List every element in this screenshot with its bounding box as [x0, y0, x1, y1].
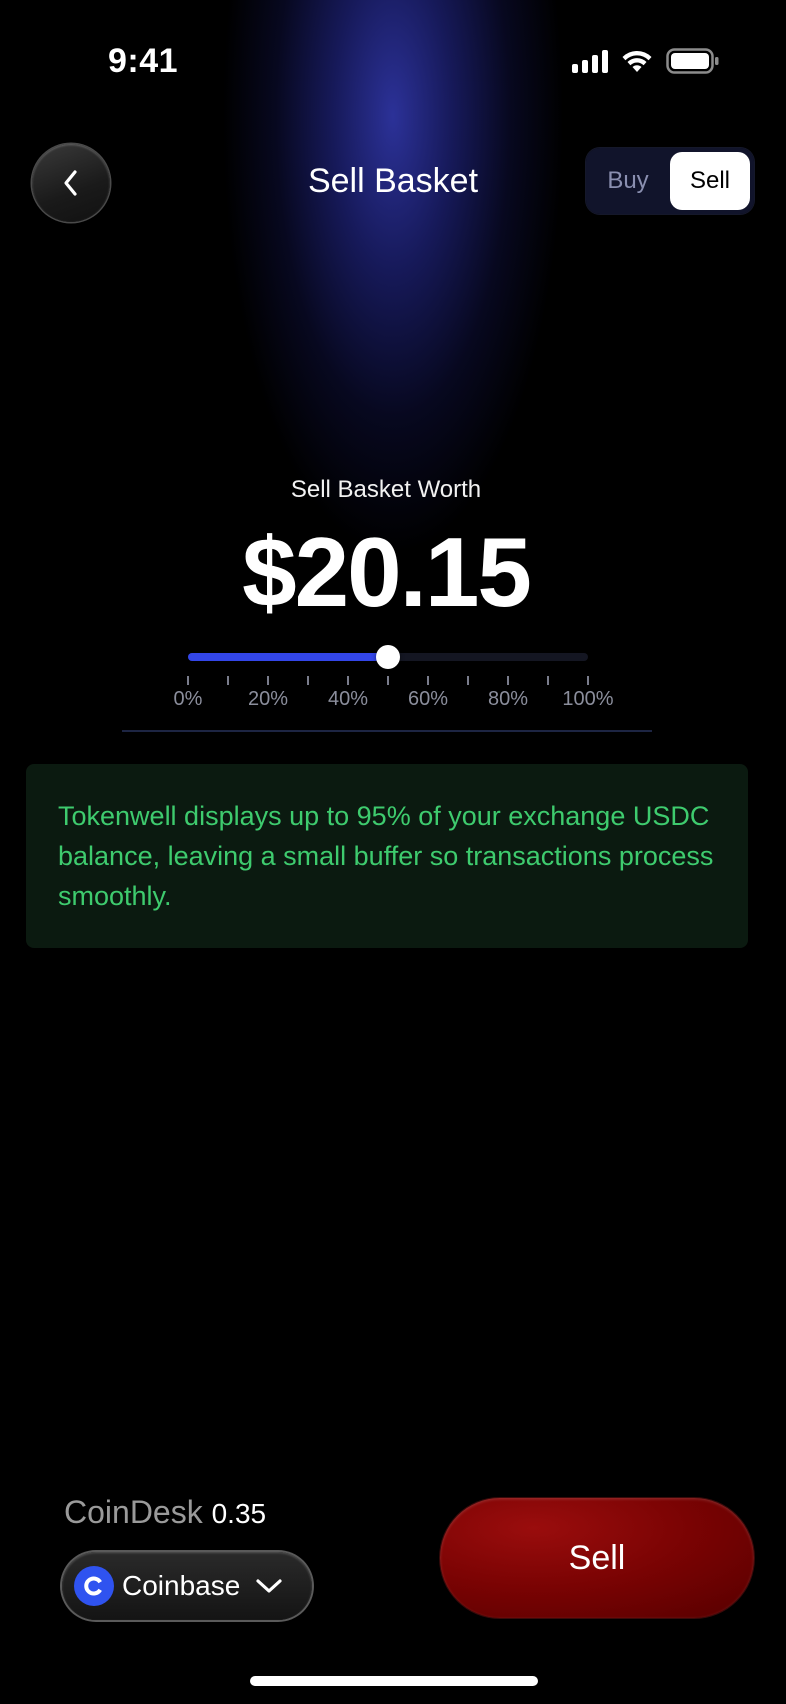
slider-tick — [187, 676, 189, 685]
exchange-selector[interactable]: Coinbase — [62, 1552, 312, 1620]
slider-tick — [587, 676, 589, 685]
header: Sell Basket Buy Sell — [0, 140, 786, 230]
info-text: Tokenwell displays up to 95% of your exc… — [58, 801, 714, 911]
slider-tick — [547, 676, 549, 685]
slider-tick-label: 100% — [562, 688, 614, 710]
slider-tick — [347, 676, 349, 685]
slider-tick — [507, 676, 509, 685]
wifi-icon — [622, 50, 652, 72]
divider — [122, 730, 652, 732]
worth-value: $20.15 — [242, 517, 532, 627]
slider-tick — [387, 676, 389, 685]
buy-sell-toggle[interactable]: Buy Sell — [586, 148, 754, 214]
worth-label: Sell Basket Worth — [290, 476, 482, 503]
cellular-signal-icon — [572, 49, 608, 73]
toggle-option-buy[interactable]: Buy — [592, 154, 664, 208]
status-time: 9:41 — [108, 42, 179, 80]
slider-tick — [267, 676, 269, 685]
battery-icon — [666, 48, 719, 74]
exchange-label: Coinbase — [122, 1570, 241, 1601]
status-bar: 9:41 — [0, 0, 786, 110]
slider-tick-label: 80% — [487, 688, 529, 710]
slider-tick-label: 0% — [173, 688, 203, 710]
slider-fill — [188, 653, 388, 661]
app-screen: 9:41 Sell Basket Buy Sell Sell Basket Wo… — [0, 0, 786, 1704]
slider-tick-label: 40% — [327, 688, 369, 710]
coinbase-icon — [74, 1566, 114, 1606]
slider-tick-label: 60% — [407, 688, 449, 710]
sell-button[interactable]: Sell — [440, 1498, 754, 1618]
info-notice: Tokenwell displays up to 95% of your exc… — [26, 764, 748, 948]
slider-tick-label: 20% — [247, 688, 289, 710]
provider-row: CoinDesk 0.35 — [64, 1494, 266, 1531]
slider-tick — [427, 676, 429, 685]
slider-thumb[interactable] — [376, 645, 400, 669]
slider-tick — [307, 676, 309, 685]
home-indicator — [250, 1676, 538, 1686]
toggle-option-sell[interactable]: Sell — [670, 152, 750, 210]
percent-slider[interactable] — [188, 645, 588, 669]
slider-ticks — [187, 676, 589, 686]
status-icons — [572, 48, 720, 74]
slider-tick — [467, 676, 469, 685]
provider-name: CoinDesk — [64, 1494, 203, 1530]
slider-tick — [227, 676, 229, 685]
provider-value: 0.35 — [211, 1498, 267, 1529]
chevron-down-icon — [254, 1576, 284, 1596]
